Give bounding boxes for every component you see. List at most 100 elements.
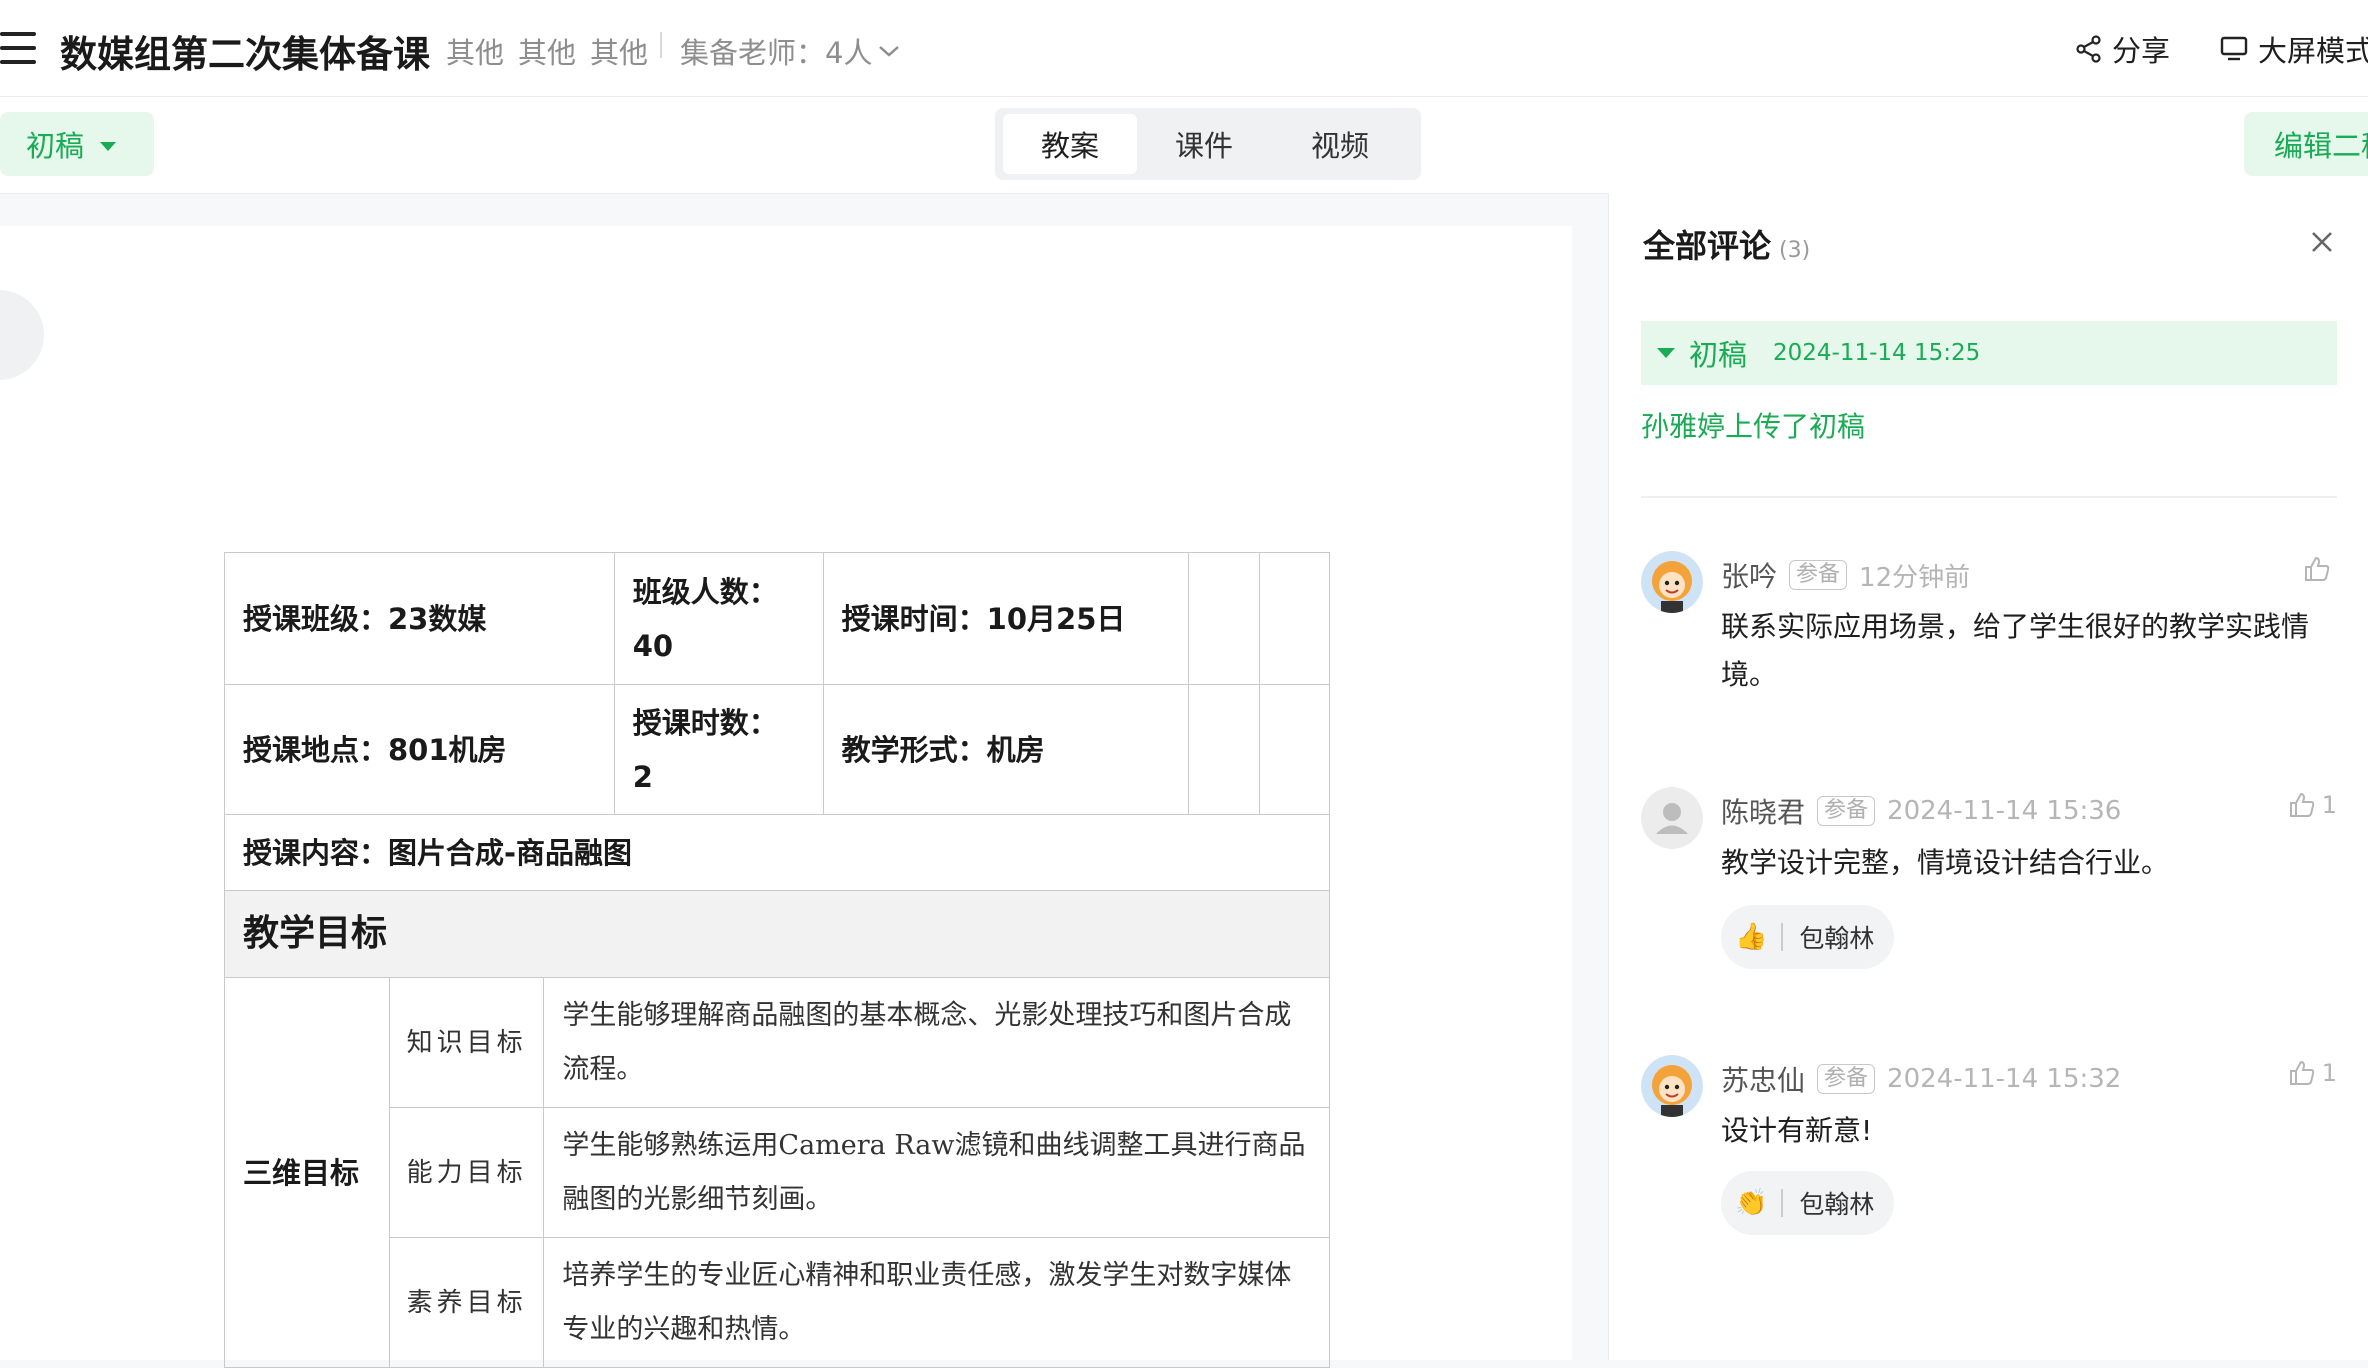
section-heading-objectives: 教学目标: [224, 890, 1330, 978]
goal-name: 能力目标: [388, 1107, 545, 1238]
default-user-icon: [1641, 787, 1703, 849]
comments-title: 全部评论 (3): [1643, 221, 1810, 267]
version-group-header[interactable]: 初稿 2024-11-14 15:25: [1641, 321, 2337, 385]
comment-author: 陈晓君 参备 2024-11-14 15:36: [1721, 791, 2121, 831]
like-button[interactable]: [2303, 555, 2337, 583]
empty-cell: [1258, 684, 1331, 815]
table-row: 授课班级：23数媒 班级人数： 40 授课时间：10月25日: [224, 552, 1331, 685]
lesson-plan-table: 授课班级：23数媒 班级人数： 40 授课时间：10月25日 授课地点：801机…: [224, 552, 1331, 1368]
table-row: 授课地点：801机房 授课时数： 2 教学形式：机房: [224, 684, 1331, 815]
table-row: 授课内容：图片合成-商品融图: [224, 814, 1330, 891]
comment-author: 张吟 参备 12分钟前: [1721, 555, 1970, 595]
header-divider: [660, 32, 662, 58]
teachers-label: 集备老师：4人: [680, 36, 873, 70]
goal-name: 知识目标: [388, 977, 545, 1108]
teachers-dropdown[interactable]: 集备老师：4人: [680, 30, 900, 72]
reaction-user: 包翰林: [1799, 924, 1875, 953]
share-label: 分享: [2112, 34, 2171, 68]
like-count: 1: [2321, 791, 2337, 819]
monitor-icon: [2220, 36, 2248, 61]
comments-panel: 全部评论 (3) 初稿 2024-11-14 15:25 孙雅婷上传了初稿 张吟 …: [1608, 193, 2368, 1360]
tab-courseware[interactable]: 课件: [1137, 114, 1271, 174]
table-row: 三维目标 知识目标 学生能够理解商品融图的基本概念、光影处理技巧和图片合成流程。: [224, 977, 1330, 1368]
tag-other-1: 其他: [446, 36, 505, 70]
edit-second-draft-button[interactable]: 编辑二稿: [2244, 112, 2368, 176]
role-badge: 参备: [1817, 796, 1876, 826]
menu-icon[interactable]: [0, 30, 38, 66]
toolbar: 初稿 教案 课件 视频 编辑二稿: [0, 97, 2368, 194]
comment-time: 2024-11-14 15:32: [1887, 1064, 2122, 1094]
role-badge: 参备: [1817, 1064, 1876, 1094]
goal-description: 学生能够熟练运用Camera Raw滤镜和曲线调整工具进行商品融图的光影细节刻画…: [543, 1107, 1330, 1238]
content-tabs: 教案 课件 视频: [995, 108, 1421, 180]
thumbs-up-icon: [2289, 1060, 2314, 1085]
class-cell: 授课班级：23数媒: [224, 552, 615, 685]
comment-text: 联系实际应用场景，给了学生很好的教学实践情境。: [1721, 610, 2310, 691]
like-button[interactable]: 1: [2288, 1059, 2337, 1087]
lesson-hours-cell: 授课时数： 2: [613, 684, 824, 815]
reaction-divider: [1781, 1189, 1784, 1217]
three-dimension-goals-label: 三维目标: [224, 977, 390, 1368]
comment-author: 苏忠仙 参备 2024-11-14 15:32: [1721, 1059, 2121, 1099]
table-row: 素养目标 培养学生的专业匠心精神和职业责任感，激发学生对数字媒体专业的兴趣和热情…: [225, 1237, 1330, 1368]
fullscreen-label: 大屏模式: [2258, 34, 2368, 68]
role-badge: 参备: [1789, 560, 1848, 590]
caret-down-icon: [1657, 348, 1675, 358]
thumbs-up-icon: [2289, 792, 2314, 817]
teaching-form-cell: 教学形式：机房: [822, 684, 1190, 815]
comments-count: (3): [1779, 238, 1811, 263]
draft-version-select[interactable]: 初稿: [0, 112, 154, 176]
cartoon-avatar-icon: [1641, 1055, 1703, 1117]
place-cell: 授课地点：801机房: [224, 684, 615, 815]
tag-other-3: 其他: [590, 36, 649, 70]
thumbs-up-emoji-icon: 👍: [1735, 922, 1768, 952]
empty-cell: [1188, 552, 1260, 685]
upload-note: 孙雅婷上传了初稿: [1641, 410, 1866, 443]
comment-time: 2024-11-14 15:36: [1887, 796, 2122, 826]
tag-other-2: 其他: [518, 36, 577, 70]
page-title: 数媒组第二次集体备课: [60, 33, 430, 76]
reaction-divider: [1781, 923, 1784, 951]
comment-time: 12分钟前: [1859, 562, 1971, 593]
class-size-label: 班级人数：: [632, 574, 778, 609]
author-name: 苏忠仙: [1721, 1064, 1806, 1097]
thumbs-up-icon: [2305, 556, 2330, 581]
like-button[interactable]: 1: [2288, 791, 2337, 819]
share-icon: [2076, 35, 2101, 63]
class-size-cell: 班级人数： 40: [613, 552, 824, 685]
table-row: 教学目标: [224, 890, 1330, 978]
clapping-emoji-icon: 👏: [1735, 1188, 1768, 1218]
empty-cell: [1188, 684, 1260, 815]
author-name: 陈晓君: [1721, 796, 1806, 829]
chevron-down-icon: [879, 46, 900, 57]
lesson-hours-label: 授课时数：: [632, 705, 778, 740]
share-button[interactable]: 分享: [2076, 28, 2170, 70]
panel-divider: [1641, 496, 2337, 498]
empty-cell: [1258, 552, 1331, 685]
goal-description: 学生能够理解商品融图的基本概念、光影处理技巧和图片合成流程。: [543, 977, 1330, 1108]
version-time: 2024-11-14 15:25: [1773, 340, 1981, 366]
table-row: 能力目标 学生能够熟练运用Camera Raw滤镜和曲线调整工具进行商品融图的光…: [225, 1107, 1330, 1238]
goal-name: 素养目标: [388, 1237, 545, 1368]
tab-lesson-plan[interactable]: 教案: [1003, 114, 1137, 174]
reaction-chip[interactable]: 👍 包翰林: [1721, 905, 1895, 969]
fullscreen-button[interactable]: 大屏模式: [2220, 28, 2368, 70]
like-count: 1: [2321, 1059, 2337, 1087]
draft-version-label: 初稿: [26, 129, 85, 163]
lesson-content-cell: 授课内容：图片合成-商品融图: [224, 814, 1330, 891]
close-icon[interactable]: [2307, 227, 2337, 257]
reaction-user: 包翰林: [1799, 1190, 1875, 1219]
version-label: 初稿: [1689, 338, 1748, 372]
goal-description: 培养学生的专业匠心精神和职业责任感，激发学生对数字媒体专业的兴趣和热情。: [543, 1237, 1330, 1368]
top-header: 数媒组第二次集体备课 其他 其他 其他 集备老师：4人 分享 大屏模式: [0, 0, 2368, 97]
cartoon-avatar-icon: [1641, 551, 1703, 613]
lesson-time-cell: 授课时间：10月25日: [822, 552, 1190, 685]
lesson-hours-value: 2: [632, 759, 653, 794]
class-size-value: 40: [632, 628, 674, 663]
author-name: 张吟: [1721, 560, 1778, 593]
comment-text: 教学设计完整，情境设计结合行业。: [1721, 846, 2170, 879]
reaction-chip[interactable]: 👏 包翰林: [1721, 1171, 1895, 1235]
tab-video[interactable]: 视频: [1273, 114, 1407, 174]
comment-text: 设计有新意!: [1721, 1114, 1873, 1147]
comments-title-text: 全部评论: [1643, 227, 1772, 265]
